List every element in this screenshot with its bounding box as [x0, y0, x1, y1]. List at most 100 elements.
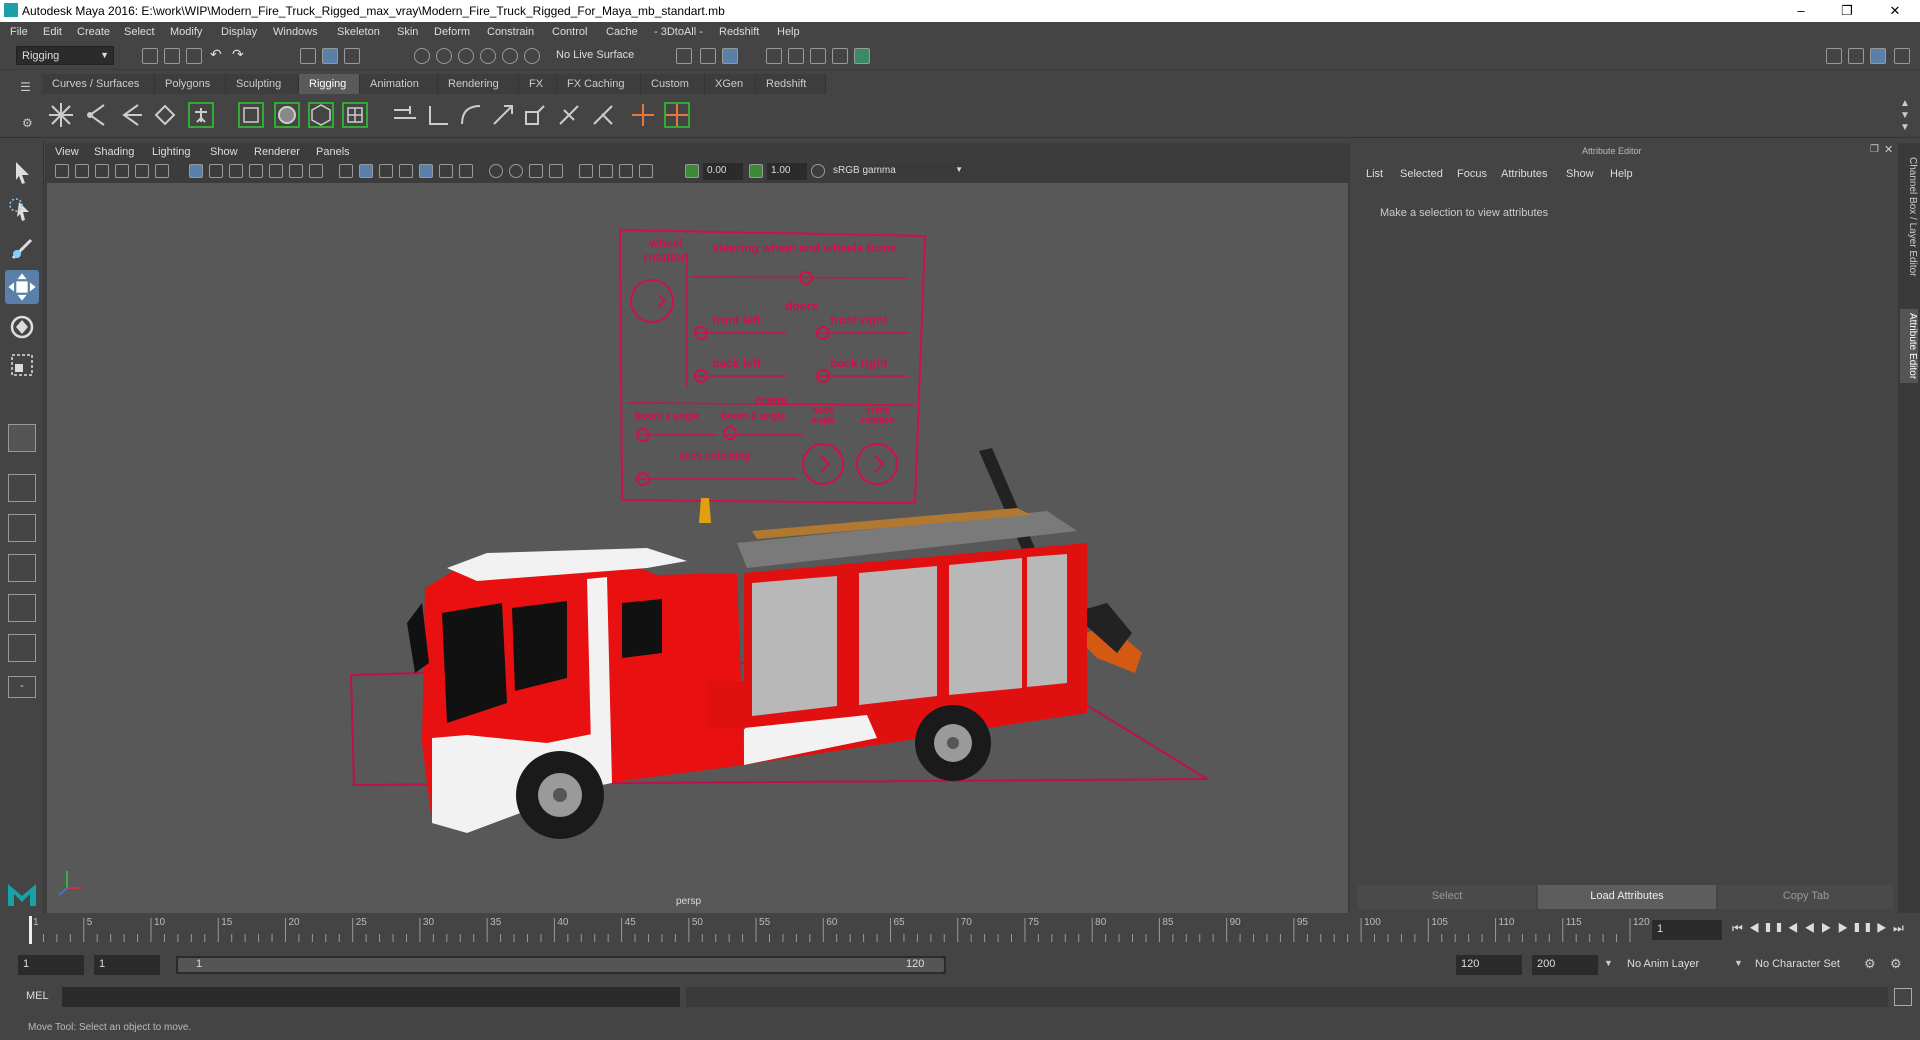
lattice-icon[interactable] [306, 100, 336, 130]
menu-skeleton[interactable]: Skeleton [337, 26, 380, 38]
side-by-side-layout-icon[interactable] [8, 514, 36, 542]
grease-pencil-icon[interactable] [155, 164, 169, 178]
ae-copy-tab-button[interactable]: Copy Tab [1718, 885, 1894, 909]
output-ops-icon[interactable] [700, 48, 716, 64]
vp-menu-shading[interactable]: Shading [94, 146, 134, 158]
shelf-scroll-icon[interactable]: ▲ ▼ ▼ [1900, 98, 1910, 134]
menu-3dtoall[interactable]: - 3DtoAll - [654, 26, 703, 38]
wireframe-on-shaded-icon[interactable] [379, 164, 393, 178]
play-backwards-icon[interactable]: ◀ [1804, 921, 1821, 935]
motion-blur-icon[interactable] [509, 164, 523, 178]
vp-menu-panels[interactable]: Panels [316, 146, 350, 158]
scale-constraint-icon[interactable] [520, 100, 550, 130]
camera-attributes-icon[interactable] [75, 164, 89, 178]
shelf-tab-custom[interactable]: Custom [641, 74, 705, 94]
image-plane-icon[interactable] [115, 164, 129, 178]
pole-vector-icon[interactable] [554, 100, 584, 130]
menu-edit[interactable]: Edit [43, 26, 62, 38]
exposure-field[interactable]: 0.00 [703, 163, 743, 180]
parent-constraint-icon[interactable] [390, 100, 420, 130]
ae-menu-help[interactable]: Help [1610, 168, 1633, 180]
ae-menu-selected[interactable]: Selected [1400, 168, 1443, 180]
menu-display[interactable]: Display [221, 26, 257, 38]
script-type-label[interactable]: MEL [26, 990, 49, 1002]
tangent-constraint-icon[interactable] [588, 100, 618, 130]
shelf-settings-icon[interactable]: ⚙ [22, 116, 33, 130]
undo-icon[interactable]: ↶ [210, 46, 226, 62]
vp-menu-show[interactable]: Show [210, 146, 238, 158]
vp-menu-renderer[interactable]: Renderer [254, 146, 300, 158]
menu-modify[interactable]: Modify [170, 26, 202, 38]
bookmark-icon[interactable] [95, 164, 109, 178]
gamma-field[interactable]: 1.00 [767, 163, 807, 180]
menu-create[interactable]: Create [77, 26, 110, 38]
ae-select-button[interactable]: Select [1358, 885, 1536, 909]
bind-skin-icon[interactable] [236, 100, 266, 130]
xray-components-icon[interactable] [619, 164, 633, 178]
menu-help[interactable]: Help [777, 26, 800, 38]
film-gate-icon[interactable] [209, 164, 223, 178]
render-frame-icon[interactable] [788, 48, 804, 64]
input-ops-icon[interactable] [676, 48, 692, 64]
playback-end-field[interactable]: 120 [1456, 955, 1522, 975]
script-editor-icon[interactable] [1894, 988, 1912, 1006]
step-forward-key-icon[interactable]: ▶❚ [1838, 921, 1866, 935]
shelf-tab-fx-caching[interactable]: FX Caching [557, 74, 641, 94]
camera-select-icon[interactable] [55, 164, 69, 178]
close-panel-icon[interactable]: ✕ [1884, 143, 1893, 156]
menu-redshift[interactable]: Redshift [719, 26, 759, 38]
attribute-editor-tab[interactable]: Attribute Editor [1900, 309, 1918, 384]
ae-menu-attributes[interactable]: Attributes [1501, 168, 1547, 180]
move-tool-button[interactable] [5, 270, 39, 304]
grid-toggle-icon[interactable] [189, 164, 203, 178]
xray-icon[interactable] [399, 164, 413, 178]
control-curve-icon[interactable] [662, 100, 692, 130]
graph-editor-layout-icon[interactable] [8, 594, 36, 622]
shadows-icon[interactable] [459, 164, 473, 178]
resolution-gate-icon[interactable] [229, 164, 243, 178]
color-space-selector[interactable]: sRGB gamma ▼ [829, 163, 967, 180]
snap-point-icon[interactable] [458, 48, 474, 64]
new-scene-icon[interactable] [142, 48, 158, 64]
shelf-tab-sculpting[interactable]: Sculpting [226, 74, 299, 94]
hypershade-layout-icon[interactable] [8, 634, 36, 662]
shelf-tab-rendering[interactable]: Rendering [438, 74, 519, 94]
single-perspective-layout-icon[interactable] [8, 424, 36, 452]
snap-surface-icon[interactable] [502, 48, 518, 64]
point-constraint-icon[interactable] [424, 100, 454, 130]
go-to-start-icon[interactable]: ⏮ [1732, 921, 1749, 935]
tool-settings-toggle-icon[interactable] [1894, 48, 1910, 64]
menu-skin[interactable]: Skin [397, 26, 418, 38]
xray-joints-icon[interactable] [599, 164, 613, 178]
aim-constraint-icon[interactable] [488, 100, 518, 130]
color-management-icon[interactable] [811, 164, 825, 178]
current-frame-field[interactable]: 1 [1652, 920, 1722, 940]
current-time-marker[interactable] [29, 916, 32, 944]
shelf-tab-xgen[interactable]: XGen [705, 74, 756, 94]
hud-icon[interactable] [639, 164, 653, 178]
anti-aliasing-icon[interactable] [529, 164, 543, 178]
shelf-tab-animation[interactable]: Animation [360, 74, 438, 94]
auto-key-icon[interactable]: ⚙ [1864, 956, 1876, 972]
float-panel-icon[interactable]: ❐ [1870, 144, 1879, 155]
ik-handle-icon[interactable] [82, 100, 112, 130]
render-view-icon[interactable] [766, 48, 782, 64]
time-slider[interactable]: 1 5 10 15 20 25 30 35 40 45 50 55 60 65 70 75 80 85 90 95 10… [0, 914, 1920, 946]
2d-pan-zoom-icon[interactable] [135, 164, 149, 178]
isolate-select-icon[interactable] [579, 164, 593, 178]
menu-select[interactable]: Select [124, 26, 155, 38]
select-by-object-icon[interactable] [322, 48, 338, 64]
paint-select-icon[interactable] [7, 234, 37, 264]
select-tool-icon[interactable] [7, 158, 37, 188]
field-chart-icon[interactable] [269, 164, 283, 178]
perspective-viewport[interactable]: wheel rotation steering wheel and wheels… [47, 183, 1348, 913]
use-all-lights-icon[interactable] [439, 164, 453, 178]
ipr-render-icon[interactable] [810, 48, 826, 64]
snap-view-icon[interactable] [480, 48, 496, 64]
cluster-icon[interactable] [340, 100, 370, 130]
restore-icon[interactable]: ❐ [1824, 0, 1870, 22]
chevron-down-icon[interactable]: ▼ [1604, 958, 1613, 968]
menu-constrain[interactable]: Constrain [487, 26, 534, 38]
gate-mask-icon[interactable] [249, 164, 263, 178]
animation-end-field[interactable]: 200 [1532, 955, 1598, 975]
